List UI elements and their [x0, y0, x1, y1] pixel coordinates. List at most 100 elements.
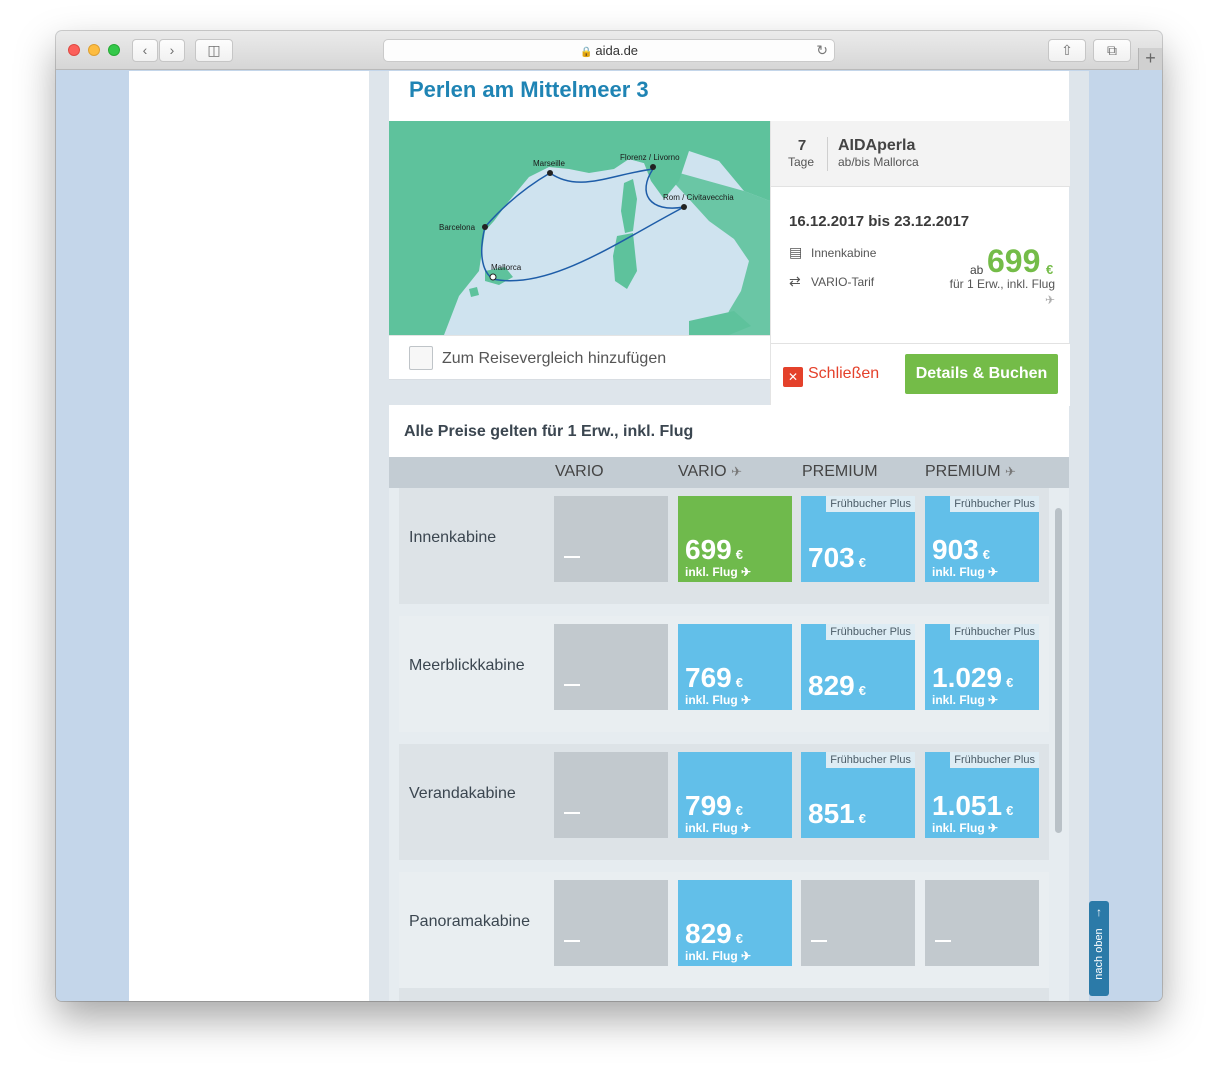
price-cell[interactable]: Frühbucher Plus 903 € inkl. Flug ✈	[925, 496, 1039, 582]
days-label: Tage	[788, 155, 815, 169]
price-currency: €	[1046, 262, 1054, 277]
back-button[interactable]: ‹	[132, 39, 158, 62]
price-amount: 1.029 €	[932, 662, 1013, 694]
price-amount: 829 €	[685, 918, 743, 950]
new-tab-button[interactable]: +	[1138, 48, 1162, 70]
back-to-top-button[interactable]: ↑ nach oben	[1089, 901, 1109, 996]
currency: €	[858, 555, 866, 570]
tariff-label: VARIO-Tarif	[811, 275, 875, 289]
price-cell[interactable]: 829 € inkl. Flug ✈	[678, 880, 792, 966]
route-text: ab/bis Mallorca	[838, 155, 919, 169]
price-cell[interactable]: 799 € inkl. Flug ✈	[678, 752, 792, 838]
left-white-column	[129, 71, 369, 1001]
address-bar[interactable]: 🔒 aida.de ↻	[383, 39, 835, 62]
header-vario-flight-label: VARIO	[678, 463, 727, 480]
sidebar-icon: ◫	[207, 42, 221, 58]
price-cell[interactable]: Frühbucher Plus 1.029 € inkl. Flug ✈	[925, 624, 1039, 710]
price-cell-unavailable	[801, 880, 915, 966]
zoom-window-button[interactable]	[108, 44, 120, 56]
dash	[564, 940, 580, 942]
tabs-overview-button[interactable]: ⧉	[1093, 39, 1131, 62]
early-bird-badge: Frühbucher Plus	[950, 496, 1039, 512]
price-amount: 699 €	[685, 534, 743, 566]
compare-row: Zum Reisevergleich hinzufügen	[389, 335, 770, 380]
airplane-icon: ✈	[1044, 293, 1055, 307]
currency: €	[735, 675, 743, 690]
map-label-barcelona: Barcelona	[439, 223, 476, 232]
price-amount: 703 €	[808, 542, 866, 574]
price-cell[interactable]: Frühbucher Plus 851 €	[801, 752, 915, 838]
flight-label: inkl. Flug	[932, 693, 985, 707]
table-row: Innenkabine 699 € inkl. Flug ✈ Frühbucher…	[399, 488, 1049, 604]
compare-label[interactable]: Zum Reisevergleich hinzufügen	[442, 350, 666, 368]
header-premium-flight-label: PREMIUM	[925, 463, 1001, 480]
trip-info-panel: 7 Tage AIDAperla ab/bis Mallorca 16.12.2…	[770, 121, 1070, 406]
price-table-title: Alle Preise gelten für 1 Erw., inkl. Flu…	[404, 423, 694, 440]
flight-label: inkl. Flug	[685, 821, 738, 835]
ship-name: AIDAperla	[838, 137, 916, 154]
price-note: für 1 Erw., inkl. Flug ✈	[945, 276, 1055, 308]
price-value: 699	[685, 534, 732, 565]
sidebar-toggle-button[interactable]: ◫	[195, 39, 233, 62]
price-cell-unavailable	[554, 880, 668, 966]
minimize-window-button[interactable]	[88, 44, 100, 56]
flight-included: inkl. Flug ✈	[932, 565, 998, 579]
map-label-rom: Rom / Civitavecchia	[663, 193, 734, 202]
price-prefix: ab	[970, 263, 984, 277]
tabs-icon: ⧉	[1107, 42, 1117, 58]
cabin-option: ▤ Innenkabine	[789, 244, 876, 261]
cabin-label: Innenkabine	[811, 246, 877, 260]
header-premium-flight: PREMIUM ✈	[925, 463, 1016, 481]
close-icon[interactable]: ✕	[783, 367, 803, 387]
flight-included: inkl. Flug ✈	[685, 821, 751, 835]
map-label-marseille: Marseille	[533, 159, 566, 168]
price-cell-unavailable	[925, 880, 1039, 966]
currency: €	[735, 931, 743, 946]
trip-actions: ✕ Schließen Details & Buchen	[771, 343, 1070, 406]
page-viewport: Perlen am Mittelmeer 3 Marseille Florenz…	[56, 71, 1162, 1001]
forward-button[interactable]: ›	[159, 39, 185, 62]
table-row: Panoramakabine 829 € inkl. Flug ✈	[399, 872, 1049, 988]
airplane-icon: ✈	[988, 693, 999, 707]
airplane-icon: ✈	[741, 949, 752, 963]
reload-icon[interactable]: ↻	[816, 40, 828, 61]
price-cell[interactable]: Frühbucher Plus 1.051 € inkl. Flug ✈	[925, 752, 1039, 838]
header-vario-flight: VARIO ✈	[678, 463, 742, 481]
scrollbar-thumb[interactable]	[1055, 508, 1062, 833]
compare-checkbox[interactable]	[409, 346, 433, 370]
bed-icon: ▤	[789, 244, 803, 260]
price-amount: 799 €	[685, 790, 743, 822]
flight-label: inkl. Flug	[932, 821, 985, 835]
airplane-icon: ✈	[1005, 464, 1016, 479]
close-button[interactable]: Schließen	[808, 365, 879, 383]
flight-included: inkl. Flug ✈	[685, 565, 751, 579]
early-bird-badge: Frühbucher Plus	[826, 752, 915, 768]
early-bird-badge: Frühbucher Plus	[950, 752, 1039, 768]
plus-icon: +	[1145, 48, 1156, 68]
flight-label: inkl. Flug	[685, 693, 738, 707]
header-vario: VARIO	[555, 463, 604, 480]
price-value: 829	[685, 918, 732, 949]
details-book-button[interactable]: Details & Buchen	[905, 354, 1058, 394]
airplane-icon: ✈	[741, 565, 752, 579]
price-cell[interactable]: Frühbucher Plus 829 €	[801, 624, 915, 710]
days-count: 7	[797, 137, 807, 154]
cabin-type-label: Verandakabine	[409, 785, 516, 802]
dash	[811, 940, 827, 942]
price-cell-unavailable	[554, 752, 668, 838]
airplane-icon: ✈	[731, 464, 742, 479]
currency: €	[858, 683, 866, 698]
price-cell-selected[interactable]: 699 € inkl. Flug ✈	[678, 496, 792, 582]
trip-info-header: 7 Tage AIDAperla ab/bis Mallorca	[771, 121, 1070, 187]
share-button[interactable]: ⇧	[1048, 39, 1086, 62]
currency: €	[858, 811, 866, 826]
close-window-button[interactable]	[68, 44, 80, 56]
price-value: 829	[808, 670, 855, 701]
price-cell[interactable]: Frühbucher Plus 703 €	[801, 496, 915, 582]
share-icon: ⇧	[1061, 42, 1073, 58]
price-table: Alle Preise gelten für 1 Erw., inkl. Flu…	[389, 405, 1069, 1001]
price-cell[interactable]: 769 € inkl. Flug ✈	[678, 624, 792, 710]
currency: €	[1006, 803, 1014, 818]
url-text: aida.de	[595, 43, 639, 58]
price-value: 769	[685, 662, 732, 693]
